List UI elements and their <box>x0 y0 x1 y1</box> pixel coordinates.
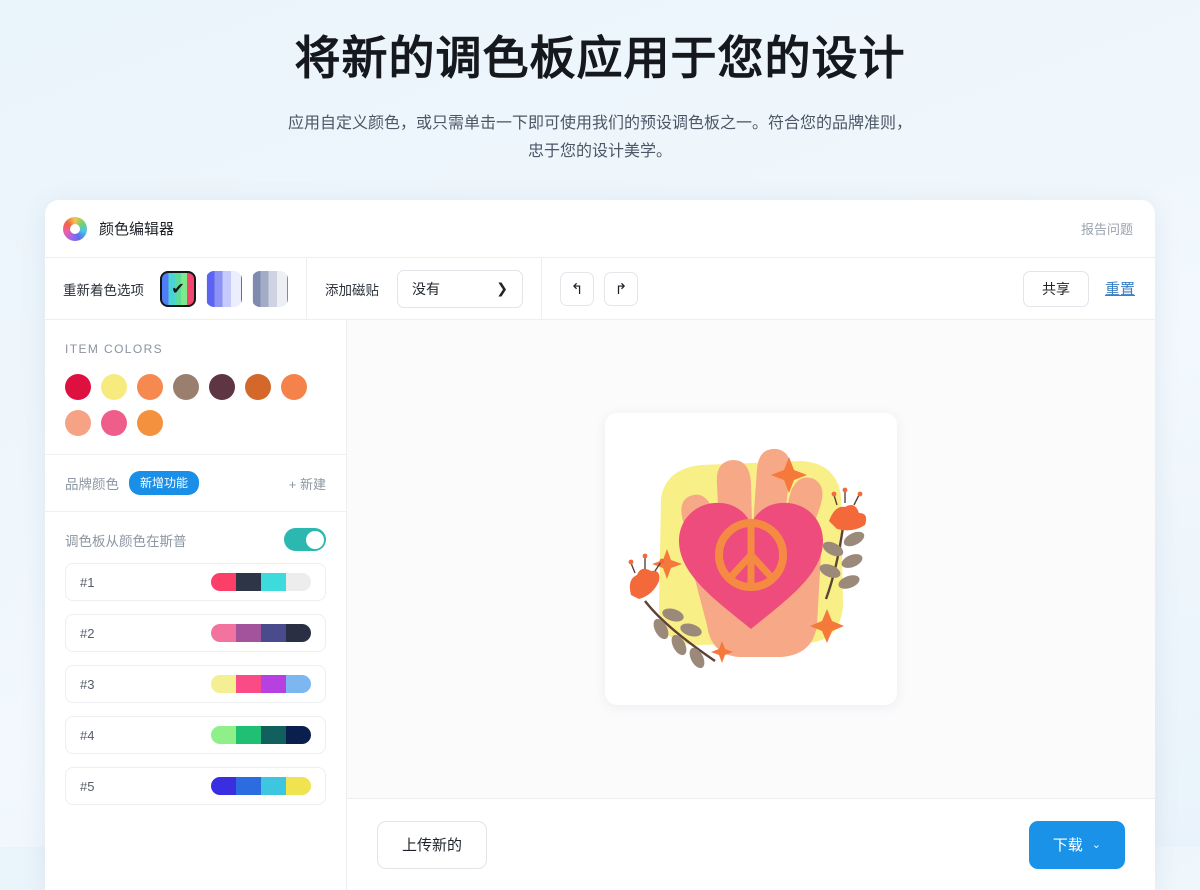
undo-button[interactable]: ↰ <box>560 271 594 306</box>
add-tile-select[interactable]: 没有 ❯ <box>397 269 523 308</box>
recolor-options-label: 重新着色选项 <box>63 282 144 298</box>
recolor-thumb-3[interactable] <box>252 270 288 307</box>
upload-new-button[interactable]: 上传新的 <box>377 820 488 869</box>
color-swatch[interactable] <box>137 374 163 400</box>
palette-strip <box>211 726 311 744</box>
hand-holding-peace-heart-illustration <box>628 448 867 669</box>
reset-link[interactable]: 重置 <box>1105 278 1135 299</box>
palette-row[interactable]: #1 <box>65 563 326 601</box>
card-toolbar: 重新着色选项 ✔ 添加磁贴 没有 ❯ ↰ ↱ 共享 重置 <box>45 258 1155 320</box>
card-body: ITEM COLORS 品牌颜色 新增功能 + 新建 调色板从颜色在斯普 #1 … <box>45 320 1155 890</box>
palette-toggle-switch[interactable] <box>284 528 326 551</box>
chevron-right-icon: ❯ <box>496 280 508 296</box>
item-colors-title: ITEM COLORS <box>65 342 164 356</box>
recolor-options-group: 重新着色选项 ✔ <box>45 258 307 319</box>
card-topbar: 颜色编辑器 报告问题 <box>45 200 1155 258</box>
chevron-down-icon: ⌄ <box>1091 839 1101 851</box>
palette-name: #2 <box>80 625 95 641</box>
history-and-actions-group: ↰ ↱ 共享 重置 <box>542 258 1155 319</box>
palette-row[interactable]: #3 <box>65 665 326 703</box>
page-title: 将新的调色板应用于您的设计 <box>294 32 906 84</box>
download-button[interactable]: 下载 ⌄ <box>1028 820 1125 869</box>
canvas-wrap: 上传新的 下载 ⌄ <box>347 320 1155 890</box>
share-button[interactable]: 共享 <box>1022 270 1089 307</box>
palette-strip <box>211 675 311 693</box>
color-swatch[interactable] <box>101 410 127 436</box>
artwork-canvas <box>347 320 1155 798</box>
color-swatch[interactable] <box>209 374 235 400</box>
artwork-card[interactable] <box>605 413 897 705</box>
color-swatch[interactable] <box>101 374 127 400</box>
palette-row[interactable]: #2 <box>65 614 326 652</box>
color-swatch[interactable] <box>137 410 163 436</box>
brand: 颜色编辑器 <box>63 216 175 241</box>
color-wheel-icon <box>63 216 87 241</box>
recolor-thumbnail-list: ✔ <box>160 270 288 307</box>
brand-colors-section: 品牌颜色 新增功能 + 新建 <box>45 455 346 512</box>
palette-strip <box>211 624 311 642</box>
palette-toggle-section: 调色板从颜色在斯普 <box>45 512 346 557</box>
sidebar: ITEM COLORS 品牌颜色 新增功能 + 新建 调色板从颜色在斯普 #1 … <box>45 320 347 890</box>
redo-button[interactable]: ↱ <box>604 271 638 306</box>
page-subtitle: 应用自定义颜色，或只需单击一下即可使用我们的预设调色板之一。符合您的品牌准则，忠… <box>287 114 912 160</box>
download-label: 下载 <box>1052 837 1083 854</box>
color-editor-card: 颜色编辑器 报告问题 重新着色选项 ✔ 添加磁贴 没有 ❯ ↰ ↱ 共享 重置 … <box>45 200 1155 890</box>
palette-name: #4 <box>80 727 95 743</box>
brand-name: 颜色编辑器 <box>99 221 175 238</box>
check-icon: ✔ <box>171 280 185 298</box>
add-new-link[interactable]: + 新建 <box>289 474 326 493</box>
palette-name: #3 <box>80 676 95 692</box>
add-tile-value: 没有 <box>412 280 440 297</box>
brand-colors-label: 品牌颜色 <box>65 477 119 492</box>
recolor-thumb-1[interactable]: ✔ <box>160 270 196 307</box>
palette-row[interactable]: #5 <box>65 767 326 805</box>
report-issue-link[interactable]: 报告问题 <box>1081 219 1133 238</box>
color-swatch[interactable] <box>245 374 271 400</box>
palette-row[interactable]: #4 <box>65 716 326 754</box>
palette-strip <box>211 777 311 795</box>
recolor-thumb-2[interactable] <box>206 270 242 307</box>
palette-name: #1 <box>80 574 95 590</box>
color-swatch[interactable] <box>65 410 91 436</box>
palette-name: #5 <box>80 778 95 794</box>
toggle-knob <box>305 530 324 549</box>
palette-list: #1 #2 #3 #4 #5 <box>45 557 346 805</box>
palette-toggle-label: 调色板从颜色在斯普 <box>65 533 187 549</box>
color-swatch[interactable] <box>65 374 91 400</box>
new-feature-badge: 新增功能 <box>129 471 200 495</box>
color-swatch[interactable] <box>173 374 199 400</box>
toolbar-right-actions: 共享 重置 <box>1022 270 1135 307</box>
color-swatch[interactable] <box>281 374 307 400</box>
add-tile-label: 添加磁贴 <box>325 282 379 298</box>
add-tile-group: 添加磁贴 没有 ❯ <box>307 258 542 319</box>
palette-strip <box>211 573 311 591</box>
canvas-footer: 上传新的 下载 ⌄ <box>347 798 1155 890</box>
hero-section: 将新的调色板应用于您的设计 应用自定义颜色，或只需单击一下即可使用我们的预设调色… <box>0 0 1200 166</box>
item-colors-swatch-grid <box>65 374 315 436</box>
item-colors-section: ITEM COLORS <box>45 320 346 455</box>
